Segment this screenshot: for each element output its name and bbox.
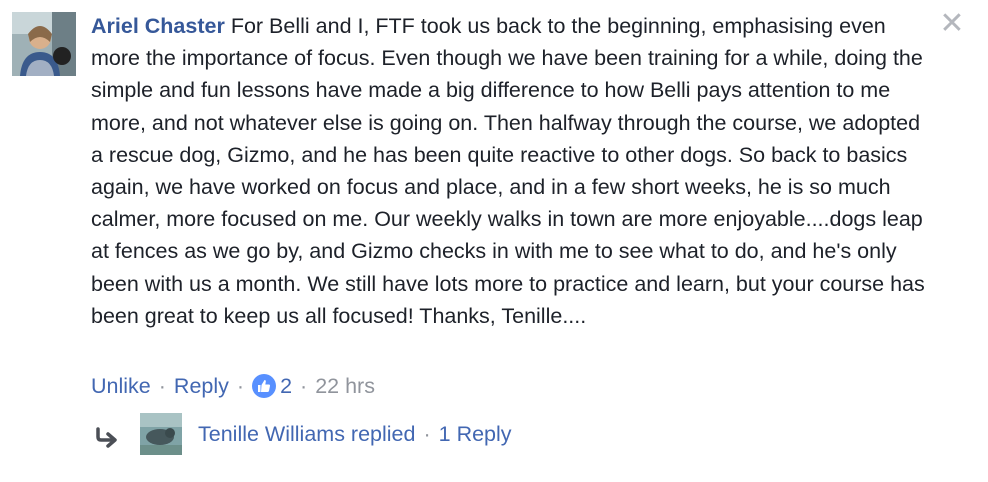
- replier-avatar[interactable]: [140, 413, 182, 455]
- unlike-button[interactable]: Unlike: [91, 369, 151, 403]
- comment: ✕ Ariel Chaster For Belli and I, FTF too…: [0, 0, 988, 482]
- comment-author[interactable]: Ariel Chaster: [91, 14, 225, 38]
- commenter-avatar[interactable]: [12, 12, 76, 76]
- like-count-badge[interactable]: 2: [252, 369, 292, 403]
- reply-arrow-icon: [94, 425, 122, 449]
- reply-count-link[interactable]: 1 Reply: [439, 422, 512, 447]
- close-button[interactable]: ✕: [936, 8, 968, 40]
- comment-timestamp[interactable]: 22 hrs: [315, 369, 375, 403]
- separator: ·: [236, 374, 245, 398]
- separator: ·: [423, 421, 431, 446]
- comment-text: For Belli and I, FTF took us back to the…: [91, 14, 925, 328]
- reply-button[interactable]: Reply: [174, 369, 229, 403]
- thumbs-up-icon: [252, 374, 277, 398]
- like-count: 2: [280, 374, 293, 398]
- comment-body: Ariel Chaster For Belli and I, FTF took …: [91, 10, 931, 332]
- replier-name-link[interactable]: Tenille Williams replied: [198, 422, 415, 447]
- separator: ·: [158, 374, 166, 398]
- separator: ·: [300, 374, 308, 398]
- comment-actions: Unlike · Reply · 2 · 22 hrs: [91, 369, 375, 403]
- reply-summary[interactable]: Tenille Williams replied · 1 Reply: [94, 412, 512, 456]
